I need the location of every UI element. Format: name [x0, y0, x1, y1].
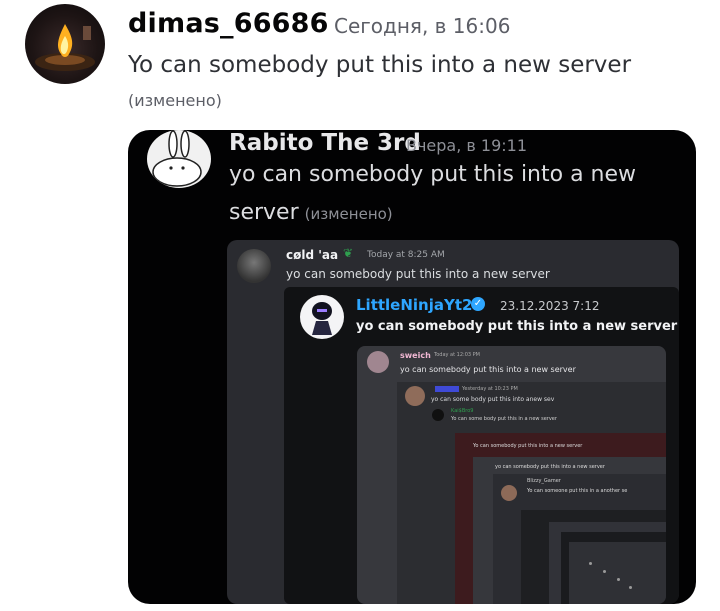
nested-text: yo can somebody put this into a new serv… [356, 319, 678, 334]
nested-screenshot-8: Blizzy_Gamer Yo can someone put this in … [493, 474, 666, 604]
nested-text: Yo can somebody put this into a new serv… [473, 443, 583, 449]
redacted-name [435, 386, 459, 392]
nested-text: yo can somebody put this into a new serv… [400, 365, 576, 374]
nested-screenshot-10 [549, 522, 666, 604]
nested-text: yo can some body put this into anew sev [431, 396, 555, 403]
verified-check-icon: ✓ [471, 297, 485, 311]
message-author[interactable]: dimas_66686 [128, 8, 329, 39]
nested-text: yo can somebody put this into a new serv… [286, 267, 550, 281]
nested-text: Yo can someone put this in a another se [527, 488, 628, 494]
nested-text: Yo can some body put this in a new serve… [451, 416, 557, 422]
nested-screenshot-11 [561, 532, 666, 604]
edited-label: (изменено) [128, 91, 222, 110]
nested-screenshot-2: cøld 'aa ❦ Today at 8:25 AM yo can someb… [227, 240, 679, 604]
pixel-dot [617, 578, 620, 581]
nested-screenshot-4: sweich Today at 12:03 PM yo can somebody… [357, 346, 666, 604]
nested-screenshot-7: yo can somebody put this into a new serv… [473, 457, 666, 604]
nested-screenshot-12 [569, 542, 666, 604]
nested-timestamp: 23.12.2023 7:12 [500, 299, 600, 313]
user-avatar[interactable] [25, 4, 105, 84]
avatar [367, 351, 389, 373]
ninja-icon [312, 302, 332, 335]
nested-timestamp: Today at 12:03 PM [434, 352, 480, 358]
quoted-edited-label: (изменено) [304, 205, 393, 223]
rabbit-icon [152, 130, 202, 187]
pixel-dot [589, 562, 592, 565]
quoted-author: Rabito The 3rd [229, 130, 421, 156]
nested-screenshot-9 [521, 510, 666, 604]
quoted-timestamp: Вчера, в 19:11 [406, 136, 528, 155]
campfire-icon [35, 24, 95, 71]
nested-screenshot-5: Yesterday at 10:23 PM yo can some body p… [397, 382, 666, 604]
nested-text: yo can somebody put this into a new serv… [495, 464, 605, 470]
avatar [237, 249, 271, 283]
pixel-dot [629, 586, 632, 589]
avatar [501, 485, 517, 501]
attached-image[interactable]: Rabito The 3rd Вчера, в 19:11 yo can som… [128, 130, 696, 604]
nested-author: cøld 'aa [286, 248, 339, 262]
nested-author: Blizzy_Gamer [527, 478, 561, 484]
avatar [432, 409, 444, 421]
nested-timestamp: Yesterday at 10:23 PM [462, 386, 518, 392]
nested-screenshot-6: Yo can somebody put this into a new serv… [455, 433, 666, 604]
quoted-text-line2-text: server [229, 200, 299, 225]
nested-timestamp: Today at 8:25 AM [367, 250, 445, 260]
nested-screenshot-3: LittleNinjaYt21 ✓ 23.12.2023 7:12 yo can… [284, 287, 679, 604]
pixel-dot [603, 570, 606, 573]
message-text: Yo can somebody put this into a new serv… [128, 52, 632, 78]
nested-author: sweich [400, 351, 431, 360]
message-timestamp: Сегодня, в 16:06 [334, 14, 511, 38]
quoted-text-line2: server (изменено) [229, 200, 393, 225]
leaf-emoji-icon: ❦ [343, 246, 354, 260]
rabbit-avatar [147, 130, 211, 188]
nested-author: LittleNinjaYt21 [356, 296, 483, 314]
nested-author: Kai$Bro9 [451, 408, 474, 414]
avatar [405, 386, 425, 406]
quoted-text-line1: yo can somebody put this into a new [229, 162, 637, 187]
avatar [300, 295, 344, 339]
